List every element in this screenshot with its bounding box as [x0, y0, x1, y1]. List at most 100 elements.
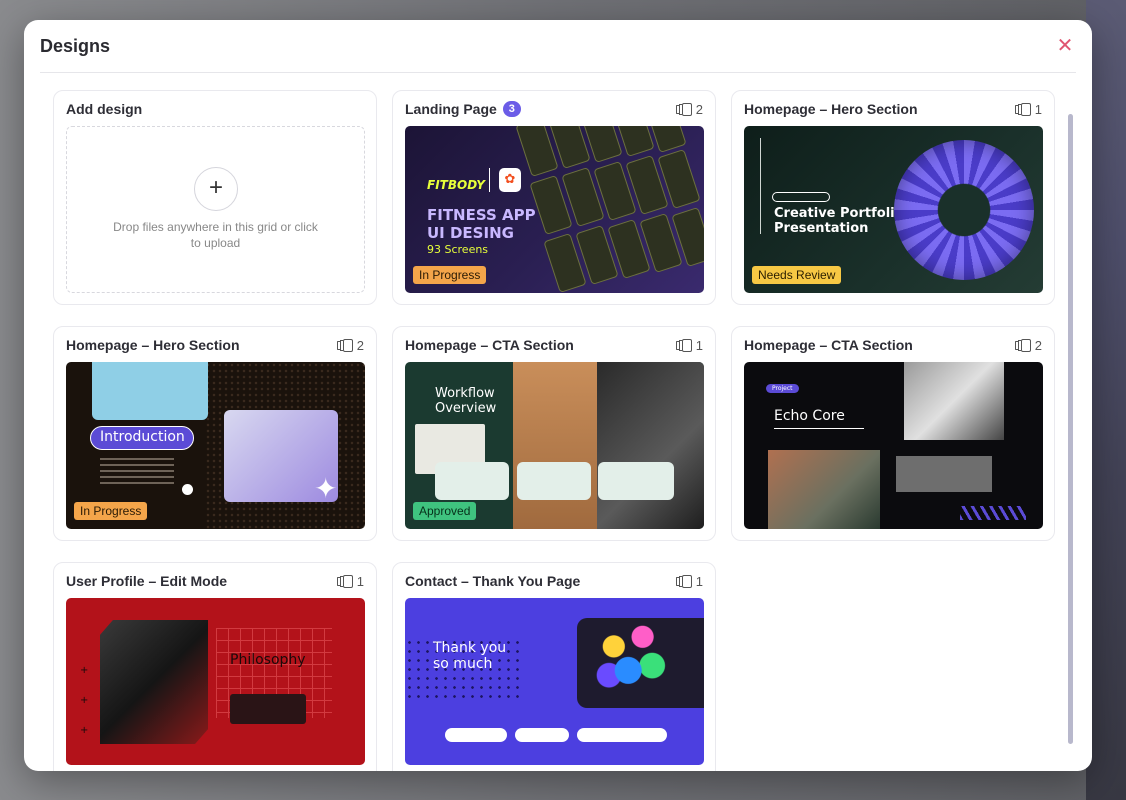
card-title: Landing Page 3	[405, 101, 521, 117]
card-head: Homepage – Hero Section 2	[66, 335, 364, 355]
thumb-headline: Echo Core	[774, 408, 845, 424]
brand-name: FITBODY	[427, 178, 485, 192]
thumb-headline: Philosophy	[230, 652, 306, 668]
pages-icon	[336, 574, 353, 588]
design-card[interactable]: Landing Page 3 2 FITBODY ✿ FITNESS APP U…	[392, 90, 716, 305]
page-count: 2	[336, 338, 364, 353]
figma-icon: ✿	[499, 168, 521, 192]
card-title: Homepage – Hero Section	[66, 337, 240, 353]
arrow-circle-icon	[182, 484, 193, 495]
card-head: User Profile – Edit Mode 1	[66, 571, 364, 591]
design-thumbnail[interactable]: Philosophy + + +	[66, 598, 365, 765]
page-count-value: 1	[695, 573, 703, 589]
card-head: Homepage – CTA Section 1	[405, 335, 703, 355]
guide-line	[760, 138, 761, 234]
pill-tag	[772, 192, 830, 202]
status-badge: In Progress	[413, 266, 487, 284]
contact-pill-3	[577, 728, 667, 742]
design-card[interactable]: User Profile – Edit Mode 1 Philosophy + +…	[53, 562, 377, 771]
card-title: Homepage – Hero Section	[744, 101, 918, 117]
scrollbar[interactable]	[1068, 114, 1073, 744]
page-count: 2	[1014, 337, 1042, 353]
page-count-value: 2	[1034, 337, 1042, 353]
design-grid: Add design + Drop files anywhere in this…	[24, 74, 1092, 771]
card-title: Homepage – CTA Section	[744, 337, 913, 353]
step-card-3	[598, 462, 674, 500]
sparkle-icon: ✦	[314, 472, 338, 505]
card-title: Add design	[66, 101, 143, 117]
design-thumbnail[interactable]: Workflow Overview Approved	[405, 362, 704, 529]
body-text-lines	[100, 458, 174, 488]
page-count-value: 1	[695, 337, 703, 353]
thumb-headline-2: Overview	[435, 401, 497, 416]
step-card-1	[435, 462, 509, 500]
thumb-headline-2: so much	[433, 656, 493, 672]
page-count-value: 1	[356, 573, 364, 589]
design-card[interactable]: Homepage – CTA Section 1 Workflow Overvi…	[392, 326, 716, 541]
page-count: 1	[675, 337, 703, 353]
sculpture-image	[768, 450, 880, 529]
status-badge: Needs Review	[752, 266, 842, 284]
paper-image	[513, 362, 597, 529]
pages-icon	[1014, 338, 1031, 352]
headline-underline	[774, 428, 864, 429]
status-badge: Approved	[413, 502, 477, 520]
page-count: 1	[1014, 101, 1042, 117]
card-title-text: Landing Page	[405, 101, 497, 117]
text-card	[230, 694, 306, 724]
close-icon[interactable]: ✕	[1054, 35, 1076, 57]
design-card[interactable]: Homepage – Hero Section 2 Introduction ✦…	[53, 326, 377, 541]
pages-icon	[675, 574, 692, 588]
hand-image	[100, 620, 208, 744]
design-thumbnail[interactable]: Project Echo Core	[744, 362, 1043, 529]
thumb-headline: FITNESS APP	[427, 206, 536, 224]
modal-header: Designs ✕	[40, 20, 1076, 73]
card-title: Contact – Thank You Page	[405, 573, 581, 589]
thumb-headline-2: Presentation	[774, 221, 869, 236]
card-head: Homepage – Hero Section 1	[744, 99, 1042, 119]
modal-title: Designs	[40, 35, 111, 56]
status-badge: In Progress	[74, 502, 148, 520]
pages-icon	[1014, 102, 1031, 116]
design-thumbnail[interactable]: Introduction ✦ In Progress	[66, 362, 365, 529]
plus-markers: + + +	[80, 665, 89, 736]
dropzone[interactable]: + Drop files anywhere in this grid or cl…	[66, 126, 365, 293]
plus-icon[interactable]: +	[194, 167, 238, 211]
design-thumbnail[interactable]: FITBODY ✿ FITNESS APP UI DESING 93 Scree…	[405, 126, 704, 293]
version-count-badge: 3	[502, 101, 521, 117]
pages-icon	[336, 338, 353, 352]
thumb-headline: Introduction	[100, 429, 185, 445]
cassette-image	[92, 362, 208, 420]
card-head: Homepage – CTA Section 2	[744, 335, 1042, 355]
thumb-headline: Thank you	[433, 640, 507, 656]
designs-modal: Designs ✕ Add design + Drop files anywhe…	[24, 20, 1092, 771]
text-block	[896, 456, 992, 492]
abstract-3d-art	[585, 608, 681, 704]
add-design-card[interactable]: Add design + Drop files anywhere in this…	[53, 90, 377, 305]
design-card[interactable]: Contact – Thank You Page 1 Thank you so …	[392, 562, 716, 771]
thumb-headline-2: UI DESING	[427, 224, 514, 242]
contact-pill-1	[445, 728, 507, 742]
torus-graphic	[894, 140, 1034, 280]
page-count-value: 2	[695, 101, 703, 117]
step-card-2	[517, 462, 591, 500]
fabric-image	[904, 362, 1004, 440]
page-count: 2	[675, 101, 703, 117]
pages-icon	[675, 338, 692, 352]
card-title: Homepage – CTA Section	[405, 337, 574, 353]
photo-image	[597, 362, 704, 529]
page-count: 1	[336, 573, 364, 589]
design-thumbnail[interactable]: Creative Portfolio Presentation Needs Re…	[744, 126, 1043, 293]
page-count-value: 1	[1034, 101, 1042, 117]
design-thumbnail[interactable]: Thank you so much	[405, 598, 704, 765]
thumb-sub: 93 Screens	[427, 243, 489, 256]
design-card[interactable]: Homepage – CTA Section 2 Project Echo Co…	[731, 326, 1055, 541]
divider	[489, 168, 490, 192]
design-card[interactable]: Homepage – Hero Section 1 Creative Portf…	[731, 90, 1055, 305]
drop-text: Drop files anywhere in this grid or clic…	[113, 220, 318, 250]
thumb-headline: Creative Portfolio	[774, 206, 904, 221]
project-tag: Project	[766, 384, 799, 393]
card-head: Landing Page 3 2	[405, 99, 703, 119]
contact-pill-2	[515, 728, 569, 742]
pages-icon	[675, 102, 692, 116]
